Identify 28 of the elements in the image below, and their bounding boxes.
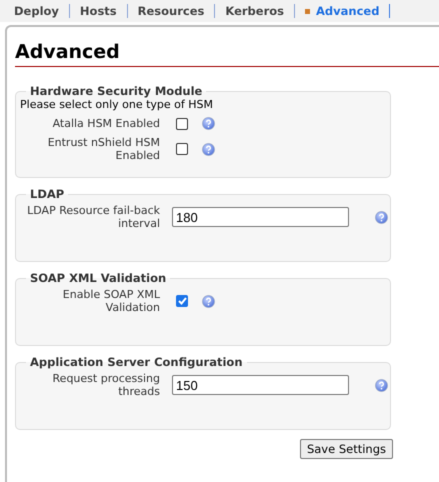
checkbox[interactable] xyxy=(176,295,188,307)
group-title: SOAP XML Validation xyxy=(29,271,168,285)
field-label: Enable SOAP XML Validation xyxy=(62,288,160,314)
save-button[interactable]: Save Settings xyxy=(300,439,393,459)
field-label: LDAP Resource fail-back interval xyxy=(26,204,160,230)
group-title: Application Server Configuration xyxy=(29,355,244,369)
input-field[interactable]: 150 xyxy=(172,375,349,395)
checkbox[interactable] xyxy=(176,118,188,130)
group-title: LDAP xyxy=(29,187,66,201)
tab[interactable]: Resources xyxy=(128,4,216,18)
page-title: Advanced xyxy=(15,41,439,67)
input-field[interactable]: 180 xyxy=(172,207,349,227)
field-label: Atalla HSM Enabled xyxy=(52,117,160,130)
checkbox[interactable] xyxy=(176,143,188,155)
tab[interactable]: Hosts xyxy=(70,4,128,18)
help-icon[interactable] xyxy=(202,294,215,308)
help-icon[interactable] xyxy=(375,378,388,392)
bullet-icon xyxy=(305,8,310,14)
help-icon[interactable] xyxy=(202,142,215,156)
tab[interactable]: Kerberos xyxy=(215,4,296,18)
note-text: Please select only one type of HSM xyxy=(20,98,214,111)
field-label: Entrust nShield HSM Enabled xyxy=(46,136,160,162)
help-icon[interactable] xyxy=(375,210,388,224)
field-label: Request processing threads xyxy=(52,372,160,398)
tab[interactable]: Deploy xyxy=(4,4,70,18)
tab[interactable]: Advanced xyxy=(295,4,390,18)
help-icon[interactable] xyxy=(202,117,215,130)
group-title: Hardware Security Module xyxy=(29,84,204,98)
